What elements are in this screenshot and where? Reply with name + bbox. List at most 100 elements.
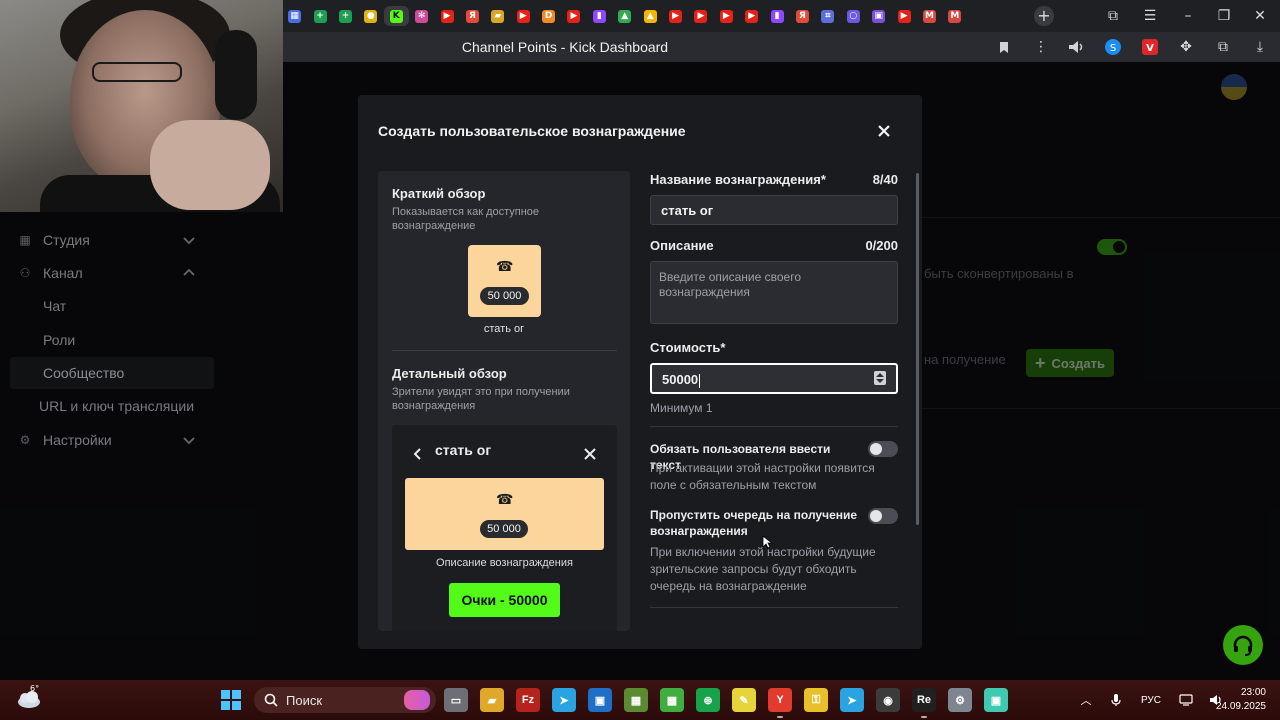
tab-drive-2[interactable]: ▲ xyxy=(637,6,662,26)
tab-yandex-1[interactable]: Я xyxy=(460,6,485,26)
shazam-icon[interactable]: S xyxy=(1104,38,1122,56)
tab-drive-1[interactable]: ▲ xyxy=(612,6,637,26)
reward-name-input[interactable]: стать ог xyxy=(650,195,898,225)
taskbar-xbox[interactable]: ⊛ xyxy=(696,688,720,712)
tab-strip: ▦ + + ● K ✻ ▶ Я ▰ ▶ D ▶ ▮ ▲ ▲ ▶ ▶ ▶ ▶ ▮ Я ⌗ ○ ▣ ▶ M M xyxy=(282,6,968,26)
tab-youtube-1[interactable]: ▶ xyxy=(434,6,459,26)
detail-preview-subtitle: Зрители увидят это при получении вознагр… xyxy=(392,386,570,412)
detail-preview-heading: Детальный обзор xyxy=(392,366,507,381)
taskbar-telegram-2[interactable]: ➤ xyxy=(840,688,864,712)
clock-date: 24.09.2025 xyxy=(1215,701,1266,712)
modal-title: Создать пользовательское вознаграждение xyxy=(378,123,686,139)
taskbar-kick-app[interactable]: ▣ xyxy=(984,688,1008,712)
tab-youtube-3[interactable]: ▶ xyxy=(561,6,586,26)
tab-sheets-1[interactable]: + xyxy=(307,6,332,26)
tab-youtube-7[interactable]: ▶ xyxy=(739,6,764,26)
reward-form: Название вознаграждения* 8/40 стать ог О… xyxy=(650,171,898,649)
clock-time: 23:00 xyxy=(1240,687,1266,698)
tab-youtube-2[interactable]: ▶ xyxy=(511,6,536,26)
taskbar-filezilla[interactable]: Fz xyxy=(516,688,540,712)
close-window-icon[interactable]: ✕ xyxy=(1250,6,1270,26)
tab-grid[interactable]: ⌗ xyxy=(815,6,840,26)
redeem-preview-button: Очки - 50000 xyxy=(449,583,560,617)
modal-scrollbar[interactable] xyxy=(916,173,919,525)
taskbar-notes[interactable]: ✎ xyxy=(732,688,756,712)
tab-twitch-2[interactable]: ▮ xyxy=(764,6,789,26)
tab-youtube-2-favicon-icon: ▶ xyxy=(516,9,530,23)
close-icon[interactable] xyxy=(875,122,893,140)
taskbar-reaper[interactable]: Re xyxy=(912,688,936,718)
short-preview-heading: Краткий обзор xyxy=(392,186,486,201)
microphone-icon[interactable] xyxy=(1108,692,1124,708)
tab-youtube-8-favicon-icon: ▶ xyxy=(897,9,911,23)
tab-sheets-2[interactable]: + xyxy=(333,6,358,26)
extensions-icon[interactable]: ✥ xyxy=(1177,38,1195,56)
tab-circle-yellow-favicon-icon: ● xyxy=(364,9,378,23)
input-language[interactable]: РУС xyxy=(1138,692,1164,708)
bookmark-icon[interactable] xyxy=(995,38,1013,56)
tab-folder[interactable]: ▰ xyxy=(485,6,510,26)
taskbar-minecraft-2[interactable]: ▩ xyxy=(660,688,684,712)
tab-twitch-1-favicon-icon: ▮ xyxy=(592,9,606,23)
tab-google-docs[interactable]: ▦ xyxy=(282,6,307,26)
taskbar-clock[interactable]: 23:00 24.09.2025 xyxy=(1214,686,1266,714)
taskbar-minecraft-1[interactable]: ▦ xyxy=(624,688,648,712)
start-button[interactable] xyxy=(221,690,241,710)
chevron-up-icon[interactable]: ︿ xyxy=(1078,692,1094,708)
tab-ring[interactable]: ○ xyxy=(841,6,866,26)
taskbar-search[interactable]: Поиск xyxy=(254,687,436,713)
tab-youtube-5[interactable]: ▶ xyxy=(688,6,713,26)
tab-kick[interactable]: K xyxy=(383,6,409,26)
taskbar-file-explorer[interactable]: ▰ xyxy=(480,688,504,712)
tab-youtube-8[interactable]: ▶ xyxy=(891,6,916,26)
skip-queue-toggle[interactable] xyxy=(868,508,898,524)
tab-square[interactable]: ▣ xyxy=(866,6,891,26)
tab-youtube-4[interactable]: ▶ xyxy=(663,6,688,26)
tab-twitch-1[interactable]: ▮ xyxy=(587,6,612,26)
tab-yandex-2[interactable]: Я xyxy=(790,6,815,26)
tab-twitch-2-favicon-icon: ▮ xyxy=(770,9,784,23)
phone-icon: ☎ xyxy=(496,259,514,275)
downloads-icon[interactable]: ⤓ xyxy=(1251,38,1269,56)
taskbar-obs[interactable]: ◉ xyxy=(876,688,900,712)
collections-icon[interactable]: ⧉ xyxy=(1214,38,1232,56)
form-divider xyxy=(650,607,898,608)
tab-google-docs-favicon-icon: ▦ xyxy=(288,9,302,23)
more-icon[interactable]: ⋮ xyxy=(1032,38,1050,56)
reward-card-large: ☎ 50 000 xyxy=(405,478,604,550)
tab-youtube-6[interactable]: ▶ xyxy=(714,6,739,26)
tab-grid-favicon-icon: ⌗ xyxy=(821,9,835,23)
network-icon[interactable] xyxy=(1178,692,1194,708)
taskbar-settings[interactable]: ⚙ xyxy=(948,688,972,712)
speaker-icon[interactable] xyxy=(1067,38,1085,56)
svg-text:V: V xyxy=(1146,43,1154,54)
name-counter: 8/40 xyxy=(872,172,898,187)
require-text-toggle[interactable] xyxy=(868,441,898,457)
tab-youtube-4-favicon-icon: ▶ xyxy=(669,9,683,23)
tab-colorwheel[interactable]: ✻ xyxy=(409,6,434,26)
tab-circle-yellow[interactable]: ● xyxy=(358,6,383,26)
tab-donation[interactable]: D xyxy=(536,6,561,26)
tab-overview-icon[interactable]: ⧉ xyxy=(1103,6,1123,26)
restore-icon[interactable]: ❐ xyxy=(1214,6,1234,26)
new-tab-button[interactable]: + xyxy=(1034,6,1054,26)
taskbar-yandex-browser[interactable]: Y xyxy=(768,688,792,718)
browser-menu-icon[interactable]: ☰ xyxy=(1140,6,1160,26)
taskbar-security[interactable]: ⚿ xyxy=(804,688,828,712)
reward-cost-input[interactable]: 50000 xyxy=(650,363,898,394)
taskbar-photos[interactable]: ▣ xyxy=(588,688,612,712)
tab-gmail-1[interactable]: M xyxy=(917,6,942,26)
detail-reward-description: Описание вознаграждения xyxy=(436,557,573,569)
skip-queue-description: При включении этой настройки будущие зри… xyxy=(650,545,876,593)
taskbar-file-explorer-gray[interactable]: ▭ xyxy=(444,688,468,712)
vivaldi-extension-icon[interactable]: V xyxy=(1141,38,1159,56)
minimize-icon[interactable]: – xyxy=(1178,6,1198,26)
taskbar-telegram[interactable]: ➤ xyxy=(552,688,576,712)
form-divider xyxy=(650,426,898,427)
tab-gmail-2[interactable]: M xyxy=(942,6,967,26)
tab-yandex-1-favicon-icon: Я xyxy=(465,9,479,23)
tab-youtube-3-favicon-icon: ▶ xyxy=(567,9,581,23)
reward-description-textarea[interactable]: Введите описание своего вознаграждения xyxy=(650,261,898,324)
cost-stepper-icon[interactable] xyxy=(874,371,886,385)
tab-gmail-2-favicon-icon: M xyxy=(948,9,962,23)
